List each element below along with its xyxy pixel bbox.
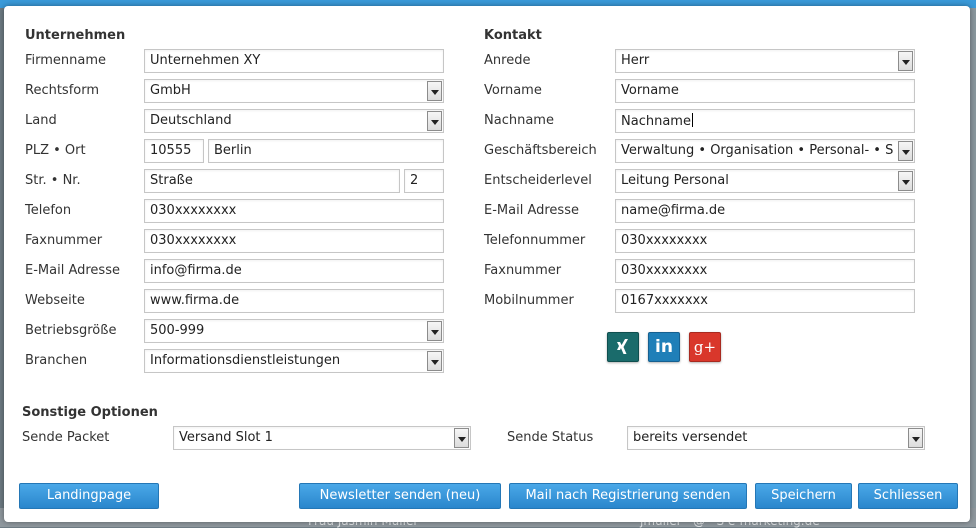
- mobilnummer-input[interactable]: 0167xxxxxxx: [615, 289, 915, 313]
- rechtsform-label: Rechtsform: [25, 83, 100, 98]
- contact-email-label: E-Mail Adresse: [484, 203, 579, 218]
- edit-contact-dialog: Unternehmen Firmenname Unternehmen XY Re…: [4, 6, 970, 522]
- firmenname-label: Firmenname: [25, 53, 107, 68]
- branchen-value: Informationsdienstleistungen: [150, 353, 341, 368]
- anrede-select[interactable]: Herr: [615, 49, 915, 73]
- newsletter-senden-button[interactable]: Newsletter senden (neu): [299, 483, 501, 509]
- text-cursor: [691, 113, 693, 127]
- webseite-label: Webseite: [25, 293, 85, 308]
- geschaeftsbereich-label: Geschäftsbereich: [484, 143, 597, 158]
- sende-packet-label: Sende Packet: [22, 430, 110, 445]
- entscheiderlevel-select[interactable]: Leitung Personal: [615, 169, 915, 193]
- linkedin-glyph: in: [655, 337, 673, 357]
- telefon-label: Telefon: [25, 203, 72, 218]
- ort-input[interactable]: Berlin: [208, 139, 444, 163]
- firmenname-input[interactable]: Unternehmen XY: [144, 49, 444, 73]
- fax-input[interactable]: 030xxxxxxxx: [144, 229, 444, 253]
- vorname-label: Vorname: [484, 83, 542, 98]
- hausnummer-input[interactable]: 2: [404, 169, 444, 193]
- chevron-down-icon[interactable]: [898, 171, 913, 191]
- landingpage-button[interactable]: Landingpage: [19, 483, 159, 509]
- chevron-down-icon[interactable]: [898, 51, 913, 71]
- google-plus-glyph: g+: [693, 338, 717, 356]
- rechtsform-value: GmbH: [150, 83, 191, 98]
- betriebsgroesse-value: 500-999: [150, 323, 205, 338]
- email-label: E-Mail Adresse: [25, 263, 120, 278]
- telefon-input[interactable]: 030xxxxxxxx: [144, 199, 444, 223]
- xing-icon[interactable]: [607, 332, 639, 362]
- telefonnummer-label: Telefonnummer: [484, 233, 586, 248]
- google-plus-icon[interactable]: g+: [689, 332, 721, 362]
- speichern-button[interactable]: Speichern: [755, 483, 852, 509]
- sende-status-value: bereits versendet: [633, 430, 748, 445]
- plz-ort-label: PLZ • Ort: [25, 143, 86, 158]
- str-nr-label: Str. • Nr.: [25, 173, 81, 188]
- betriebsgroesse-select[interactable]: 500-999: [144, 319, 444, 343]
- land-value: Deutschland: [150, 113, 232, 128]
- branchen-select[interactable]: Informationsdienstleistungen: [144, 349, 444, 373]
- mail-registrierung-button[interactable]: Mail nach Registrierung senden: [509, 483, 747, 509]
- land-label: Land: [25, 113, 57, 128]
- telefonnummer-input[interactable]: 030xxxxxxxx: [615, 229, 915, 253]
- fax-label: Faxnummer: [25, 233, 103, 248]
- anrede-value: Herr: [621, 53, 650, 68]
- sende-packet-value: Versand Slot 1: [179, 430, 273, 445]
- plz-input[interactable]: 10555: [144, 139, 204, 163]
- betriebsgroesse-label: Betriebsgröße: [25, 323, 117, 338]
- chevron-down-icon[interactable]: [427, 351, 442, 371]
- options-section-title: Sonstige Optionen: [22, 405, 158, 420]
- geschaeftsbereich-value: Verwaltung • Organisation • Personal- • …: [621, 143, 894, 158]
- chevron-down-icon[interactable]: [898, 141, 913, 161]
- chevron-down-icon[interactable]: [427, 81, 442, 101]
- sende-packet-select[interactable]: Versand Slot 1: [173, 426, 471, 450]
- contact-section-title: Kontakt: [484, 28, 542, 43]
- linkedin-icon[interactable]: in: [648, 332, 680, 362]
- nachname-input[interactable]: Nachname: [615, 109, 915, 133]
- rechtsform-select[interactable]: GmbH: [144, 79, 444, 103]
- contact-fax-input[interactable]: 030xxxxxxxx: [615, 259, 915, 283]
- chevron-down-icon[interactable]: [427, 321, 442, 341]
- strasse-input[interactable]: Straße: [144, 169, 400, 193]
- entscheiderlevel-label: Entscheiderlevel: [484, 173, 592, 188]
- mobilnummer-label: Mobilnummer: [484, 293, 574, 308]
- chevron-down-icon[interactable]: [454, 428, 469, 448]
- contact-fax-label: Faxnummer: [484, 263, 562, 278]
- webseite-input[interactable]: www.firma.de: [144, 289, 444, 313]
- sende-status-select[interactable]: bereits versendet: [627, 426, 925, 450]
- vorname-input[interactable]: Vorname: [615, 79, 915, 103]
- anrede-label: Anrede: [484, 53, 531, 68]
- chevron-down-icon[interactable]: [908, 428, 923, 448]
- nachname-label: Nachname: [484, 113, 554, 128]
- geschaeftsbereich-select[interactable]: Verwaltung • Organisation • Personal- • …: [615, 139, 915, 163]
- nachname-value: Nachname: [621, 114, 691, 129]
- contact-email-input[interactable]: name@firma.de: [615, 199, 915, 223]
- chevron-down-icon[interactable]: [427, 111, 442, 131]
- land-select[interactable]: Deutschland: [144, 109, 444, 133]
- email-input[interactable]: info@firma.de: [144, 259, 444, 283]
- company-section-title: Unternehmen: [25, 28, 126, 43]
- schliessen-button[interactable]: Schliessen: [858, 483, 958, 509]
- entscheiderlevel-value: Leitung Personal: [621, 173, 729, 188]
- sende-status-label: Sende Status: [507, 430, 594, 445]
- branchen-label: Branchen: [25, 353, 88, 368]
- xing-glyph: [617, 339, 628, 354]
